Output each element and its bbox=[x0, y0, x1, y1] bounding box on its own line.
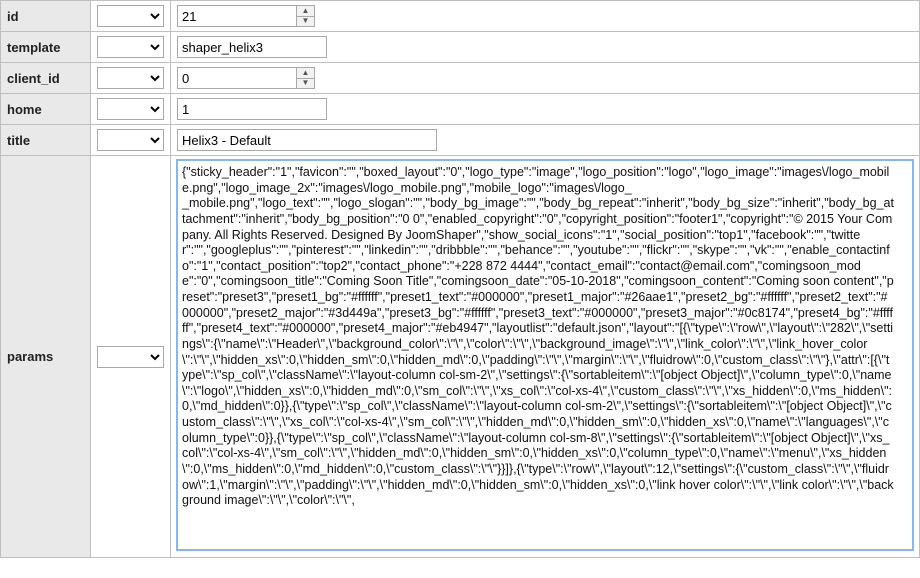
label-home: home bbox=[1, 94, 91, 125]
row-id: id ▲ ▼ bbox=[1, 1, 920, 32]
input-template[interactable] bbox=[177, 36, 327, 58]
spinner-down-icon[interactable]: ▼ bbox=[297, 17, 314, 27]
select-params[interactable] bbox=[97, 346, 164, 368]
row-template: template bbox=[1, 32, 920, 63]
label-title: title bbox=[1, 125, 91, 156]
spinner-id[interactable]: ▲ ▼ bbox=[297, 5, 315, 27]
select-template[interactable] bbox=[97, 36, 164, 58]
spinner-down-icon[interactable]: ▼ bbox=[297, 79, 314, 89]
spinner-up-icon[interactable]: ▲ bbox=[297, 68, 314, 79]
row-title: title bbox=[1, 125, 920, 156]
label-params: params bbox=[1, 156, 91, 558]
spinner-client-id[interactable]: ▲ ▼ bbox=[297, 67, 315, 89]
input-client-id[interactable] bbox=[177, 67, 297, 89]
label-id: id bbox=[1, 1, 91, 32]
select-title[interactable] bbox=[97, 129, 164, 151]
label-template: template bbox=[1, 32, 91, 63]
row-home: home bbox=[1, 94, 920, 125]
textarea-params[interactable] bbox=[177, 160, 913, 550]
row-params: params bbox=[1, 156, 920, 558]
record-editor-table: id ▲ ▼ template client_id bbox=[0, 0, 920, 558]
input-title[interactable] bbox=[177, 129, 437, 151]
label-client-id: client_id bbox=[1, 63, 91, 94]
select-id[interactable] bbox=[97, 5, 164, 27]
input-home[interactable] bbox=[177, 98, 327, 120]
row-client-id: client_id ▲ ▼ bbox=[1, 63, 920, 94]
input-id[interactable] bbox=[177, 5, 297, 27]
spinner-up-icon[interactable]: ▲ bbox=[297, 6, 314, 17]
select-client-id[interactable] bbox=[97, 67, 164, 89]
select-home[interactable] bbox=[97, 98, 164, 120]
